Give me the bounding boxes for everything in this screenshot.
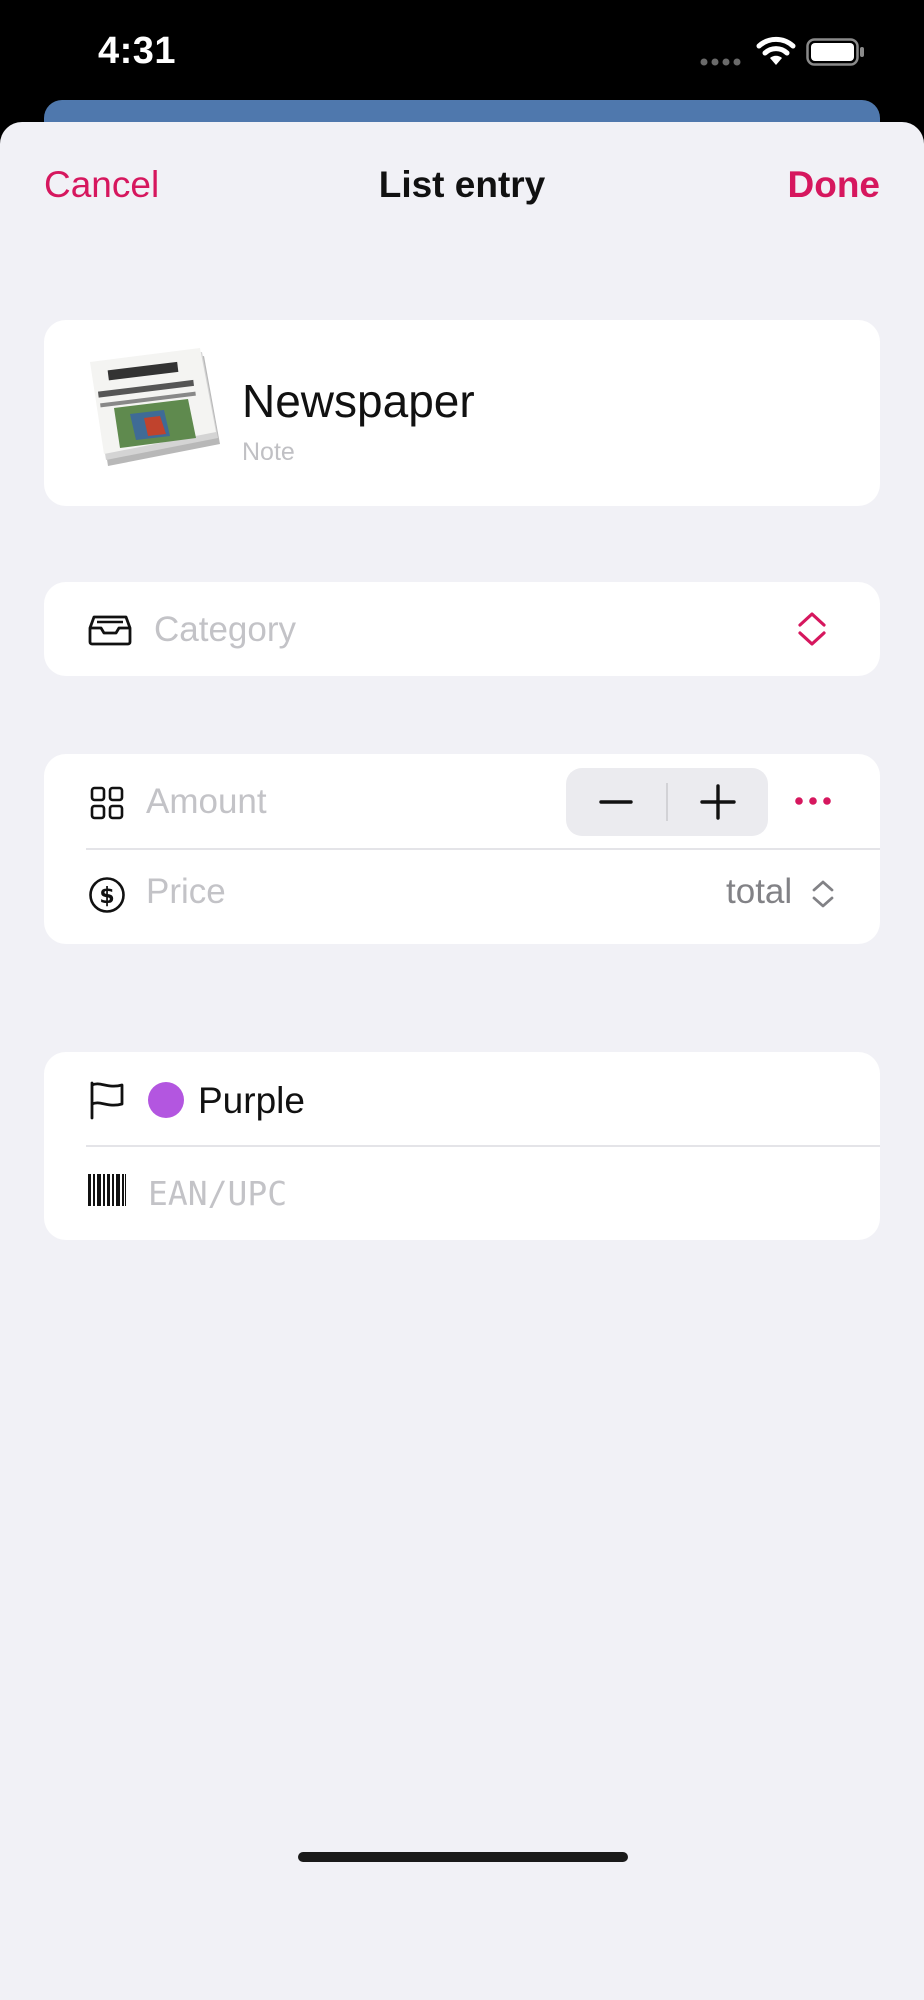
- item-name[interactable]: Newspaper: [242, 374, 475, 428]
- newspaper-image[interactable]: [84, 344, 224, 474]
- price-field[interactable]: Price: [146, 872, 226, 912]
- price-mode-label[interactable]: total: [726, 872, 792, 912]
- svg-text:$: $: [99, 884, 114, 909]
- plus-icon: [700, 784, 736, 820]
- barcode-icon: [88, 1174, 126, 1206]
- category-row[interactable]: Category: [44, 582, 880, 676]
- row-divider: [86, 848, 880, 850]
- increment-button[interactable]: [668, 768, 768, 836]
- amount-field[interactable]: Amount: [146, 782, 267, 822]
- amount-price-card: Amount $ Price total: [44, 754, 880, 944]
- amount-stepper: [566, 768, 768, 836]
- more-options-icon[interactable]: [794, 794, 832, 808]
- decrement-button[interactable]: [566, 768, 666, 836]
- note-field[interactable]: Note: [242, 438, 295, 467]
- list-entry-sheet: Cancel List entry Done Newspaper Note Ca…: [0, 122, 924, 2000]
- sheet-title: List entry: [378, 164, 546, 205]
- chevron-up-down-icon[interactable]: [810, 878, 836, 910]
- status-bar: 4:31: [0, 0, 924, 110]
- minus-icon: [599, 800, 633, 804]
- cellular-signal-icon: [700, 58, 741, 66]
- color-label[interactable]: Purple: [198, 1080, 305, 1122]
- chevron-up-down-icon[interactable]: [796, 610, 828, 648]
- flag-icon: [90, 1081, 124, 1120]
- color-swatch: [148, 1082, 184, 1118]
- tray-icon: [88, 615, 132, 646]
- wifi-icon: [756, 36, 796, 65]
- grid-icon: [90, 786, 124, 820]
- tag-barcode-card: Purple EAN/UPC: [44, 1052, 880, 1240]
- row-divider: [86, 1145, 880, 1147]
- done-button[interactable]: Done: [788, 164, 881, 206]
- battery-icon: [806, 38, 864, 66]
- home-indicator[interactable]: [298, 1852, 628, 1862]
- category-placeholder: Category: [154, 610, 297, 649]
- barcode-field[interactable]: EAN/UPC: [148, 1174, 287, 1213]
- status-time: 4:31: [98, 30, 177, 72]
- item-card: Newspaper Note: [44, 320, 880, 506]
- dollar-circle-icon: $: [89, 877, 125, 913]
